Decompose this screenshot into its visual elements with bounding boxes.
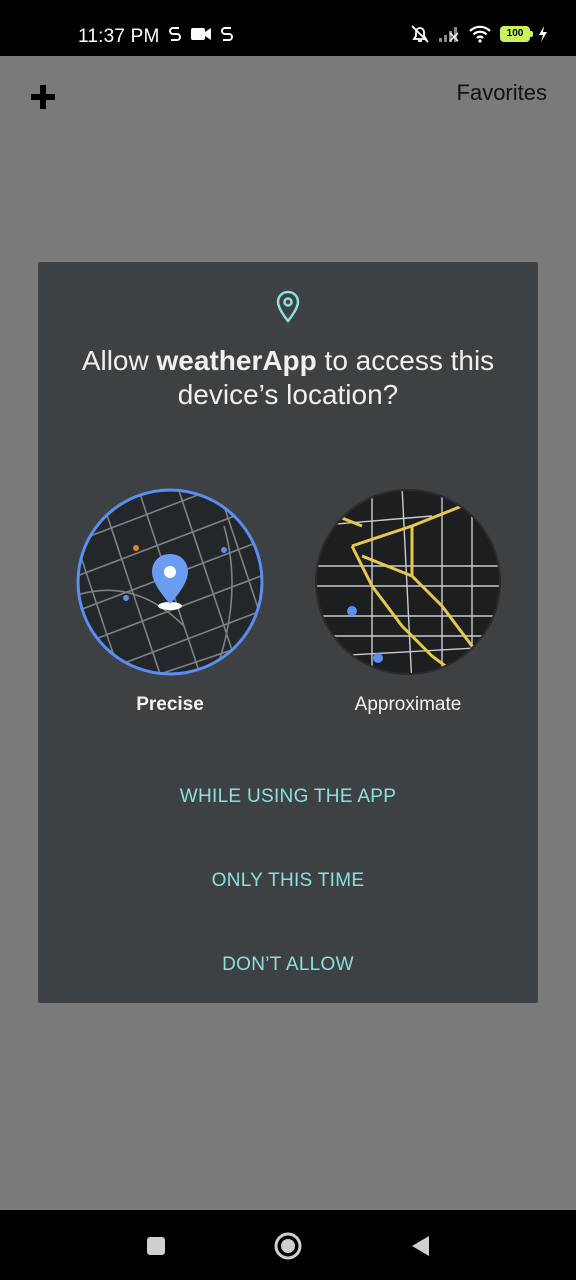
approximate-label: Approximate [354, 694, 462, 715]
charging-icon [539, 26, 547, 42]
while-using-app-button[interactable]: WHILE USING THE APP [38, 786, 538, 808]
recent-apps-icon[interactable] [146, 1236, 166, 1256]
precise-label: Precise [136, 694, 204, 715]
dont-allow-button[interactable]: DON’T ALLOW [38, 954, 538, 976]
approximate-location-option[interactable]: Approximate [308, 486, 508, 715]
s-icon [221, 27, 233, 41]
home-icon[interactable] [273, 1231, 303, 1261]
signal-icon [439, 27, 459, 42]
status-right-icons: 100 [410, 24, 548, 44]
status-left-icons [168, 25, 234, 43]
navigation-bar [0, 1210, 576, 1280]
dialog-title: Allow weatherApp to access this device’s… [81, 345, 495, 410]
status-time: 11:37 PM [78, 26, 160, 47]
wifi-icon [469, 25, 491, 43]
location-permission-dialog: Allow weatherApp to access this device’s… [38, 262, 538, 1003]
precise-map-icon [76, 488, 264, 676]
bell-off-icon [411, 25, 429, 43]
video-camera-icon [191, 28, 211, 40]
precise-location-option[interactable]: Precise [70, 486, 270, 715]
status-bar: 11:37 PM 100 [0, 0, 576, 56]
app-name: weatherApp [156, 345, 317, 376]
s-icon [169, 27, 181, 41]
plus-icon[interactable] [30, 84, 56, 110]
approximate-map-icon [315, 489, 501, 675]
battery-icon: 100 [500, 26, 533, 42]
favorites-link[interactable]: Favorites [457, 80, 547, 106]
location-pin-icon [276, 290, 300, 323]
only-this-time-button[interactable]: ONLY THIS TIME [38, 870, 538, 892]
back-icon[interactable] [409, 1234, 431, 1258]
